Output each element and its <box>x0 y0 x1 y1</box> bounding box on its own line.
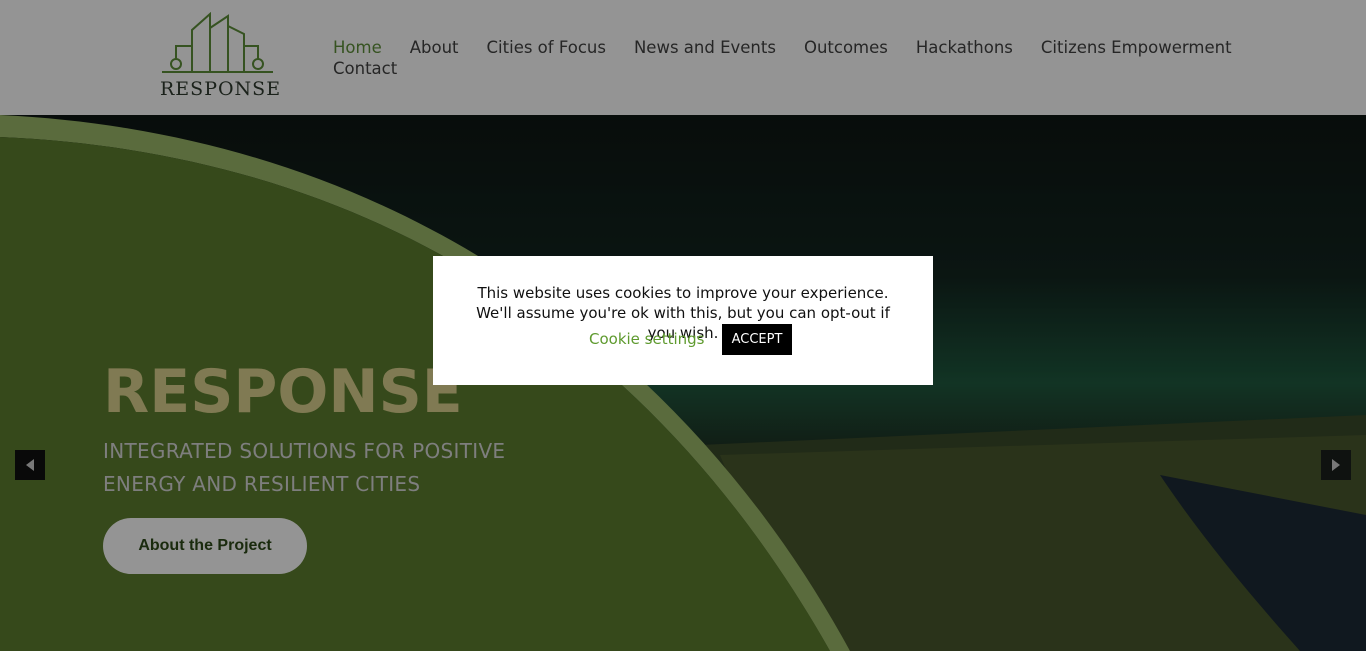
cookie-settings-link[interactable]: Cookie settings <box>589 330 705 348</box>
cookie-accept-button[interactable]: ACCEPT <box>722 324 792 355</box>
cookie-consent-dialog: This website uses cookies to improve you… <box>433 256 933 385</box>
